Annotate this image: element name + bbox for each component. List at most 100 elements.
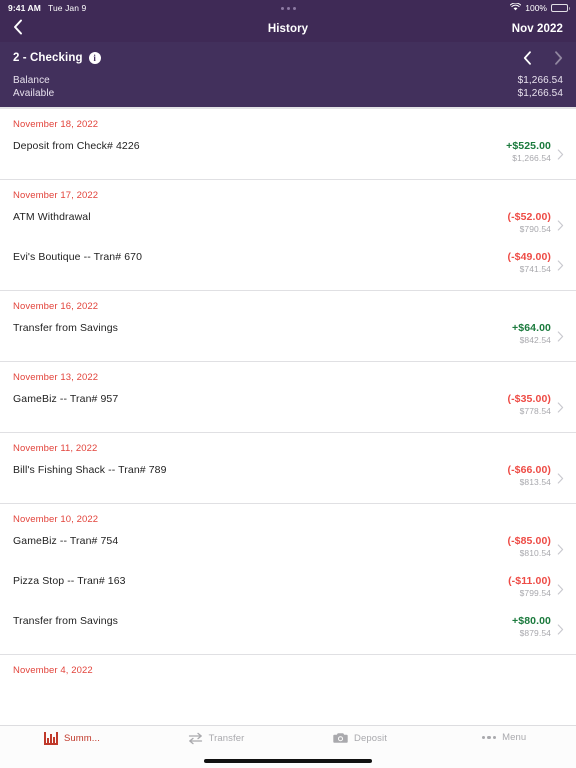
transaction-running-balance: $1,266.54 <box>512 153 551 164</box>
transaction-amounts: +$525.00 $1,266.54 <box>506 139 551 165</box>
tab-label: Menu <box>502 732 527 743</box>
transaction-amounts: (-$85.00) $810.54 <box>507 534 551 560</box>
transfer-arrows-icon-wrap <box>188 732 203 745</box>
more-dots-icon-wrap <box>481 735 497 740</box>
chevron-right-icon <box>557 614 567 635</box>
transaction-date-header: November 16, 2022 <box>13 301 99 312</box>
transaction-amount: (-$35.00) <box>507 393 551 405</box>
transaction-row[interactable]: Transfer from Savings +$64.00 $842.54 <box>0 321 576 361</box>
transaction-group: November 13, 2022 GameBiz -- Tran# 957 (-$… <box>0 362 576 433</box>
transaction-amount: (-$85.00) <box>507 535 551 547</box>
prev-account-button[interactable] <box>523 51 532 65</box>
transaction-running-balance: $813.54 <box>519 477 551 488</box>
status-time: 9:41 AM <box>8 3 41 13</box>
next-account-button[interactable] <box>554 51 563 65</box>
transfer-arrows-icon <box>188 732 203 745</box>
transaction-amount: (-$52.00) <box>507 211 551 223</box>
transaction-amounts: (-$52.00) $790.54 <box>507 210 551 236</box>
transaction-amounts: (-$35.00) $778.54 <box>507 392 551 418</box>
transaction-row[interactable]: GameBiz -- Tran# 957 (-$35.00) $778.54 <box>0 392 576 432</box>
transaction-right: (-$11.00) $799.54 <box>508 574 567 600</box>
chevron-right-icon <box>557 574 567 595</box>
status-bar-left: 9:41 AM Tue Jan 9 <box>8 3 86 13</box>
transaction-amount: +$80.00 <box>512 615 551 627</box>
camera-icon <box>333 732 348 744</box>
tab-deposit[interactable]: Deposit <box>288 732 432 744</box>
account-pager <box>523 51 563 65</box>
transaction-description: Bill's Fishing Shack -- Tran# 789 <box>13 464 167 476</box>
month-selector[interactable]: Nov 2022 <box>512 23 563 35</box>
transaction-row[interactable]: ATM Withdrawal (-$52.00) $790.54 <box>0 210 576 250</box>
chevron-right-icon <box>557 463 567 484</box>
transaction-list[interactable]: November 18, 2022 Deposit from Check# 422… <box>0 109 576 725</box>
app-screen: 9:41 AM Tue Jan 9 100% History Nov 2022 … <box>0 0 576 768</box>
transaction-right: (-$66.00) $813.54 <box>507 463 567 489</box>
back-button[interactable] <box>13 18 33 40</box>
chevron-right-icon <box>557 139 567 160</box>
balance-row: Balance $1,266.54 <box>13 74 563 87</box>
transaction-row[interactable]: Bill's Fishing Shack -- Tran# 789 (-$66.0… <box>0 463 576 503</box>
transaction-amount: (-$11.00) <box>508 575 551 587</box>
more-dots-icon <box>481 735 497 740</box>
status-bar: 9:41 AM Tue Jan 9 100% <box>0 0 576 16</box>
tab-label: Summ... <box>63 733 101 744</box>
transaction-group: November 16, 2022 Transfer from Savings +$… <box>0 291 576 362</box>
account-name: 2 - Checking <box>13 52 83 64</box>
transaction-group: November 10, 2022 GameBiz -- Tran# 754 (-$… <box>0 504 576 655</box>
available-row: Available $1,266.54 <box>13 87 563 100</box>
tab-menu[interactable]: Menu <box>432 732 576 743</box>
wifi-icon <box>510 2 522 13</box>
transaction-date-header: November 13, 2022 <box>13 372 99 383</box>
transaction-amount: (-$49.00) <box>507 251 551 263</box>
transaction-running-balance: $790.54 <box>519 224 551 235</box>
transaction-row[interactable]: Evi's Boutique -- Tran# 670 (-$49.00) $741… <box>0 250 576 290</box>
transaction-date-header: November 4, 2022 <box>13 665 93 676</box>
transaction-right: +$64.00 $842.54 <box>512 321 567 347</box>
chevron-left-icon <box>13 19 23 40</box>
tab-summ[interactable]: Summ... <box>0 732 144 745</box>
transaction-amounts: +$80.00 $879.54 <box>512 614 551 640</box>
transaction-date-header: November 10, 2022 <box>13 514 99 525</box>
transaction-row[interactable]: Transfer from Savings +$80.00 $879.54 <box>0 614 576 654</box>
transaction-running-balance: $879.54 <box>519 628 551 639</box>
transaction-amount: +$64.00 <box>512 322 551 334</box>
transaction-description: Transfer from Savings <box>13 615 118 627</box>
more-dots-icon <box>0 6 576 10</box>
transaction-row[interactable]: Deposit from Check# 4226 +$525.00 $1,266.5… <box>0 139 576 179</box>
transaction-description: GameBiz -- Tran# 754 <box>13 535 119 547</box>
transaction-running-balance: $810.54 <box>519 548 551 559</box>
transaction-description: ATM Withdrawal <box>13 211 91 223</box>
transaction-right: (-$35.00) $778.54 <box>507 392 567 418</box>
battery-percent: 100% <box>525 3 547 13</box>
transaction-description: Deposit from Check# 4226 <box>13 140 140 152</box>
chevron-right-icon <box>557 392 567 413</box>
balance-value: $1,266.54 <box>517 75 563 86</box>
nav-bar: History Nov 2022 <box>0 16 576 42</box>
transaction-amounts: (-$49.00) $741.54 <box>507 250 551 276</box>
transaction-row[interactable]: GameBiz -- Tran# 754 (-$85.00) $810.54 <box>0 534 576 574</box>
transaction-group: November 18, 2022 Deposit from Check# 422… <box>0 109 576 180</box>
account-header: 2 - Checking i Balance $1,266.54 Availab… <box>0 42 576 109</box>
transaction-right: (-$85.00) $810.54 <box>507 534 567 560</box>
bar-chart-icon-wrap <box>43 732 58 745</box>
available-label: Available <box>13 88 55 99</box>
transaction-date-header: November 17, 2022 <box>13 190 99 201</box>
tab-transfer[interactable]: Transfer <box>144 732 288 745</box>
tab-label: Deposit <box>354 732 387 744</box>
transaction-right: (-$49.00) $741.54 <box>507 250 567 276</box>
tab-label: Transfer <box>208 733 245 744</box>
info-icon[interactable]: i <box>88 52 101 64</box>
transaction-amounts: (-$11.00) $799.54 <box>508 574 551 600</box>
battery-icon <box>551 4 570 12</box>
transaction-group: November 4, 2022 <box>0 655 576 685</box>
status-date: Tue Jan 9 <box>47 3 87 13</box>
transaction-description: GameBiz -- Tran# 957 <box>13 393 119 405</box>
status-bar-right: 100% <box>510 2 570 13</box>
transaction-running-balance: $741.54 <box>519 264 551 275</box>
chevron-right-icon <box>557 534 567 555</box>
transaction-group: November 17, 2022 ATM Withdrawal (-$52.00)… <box>0 180 576 291</box>
tab-bar: Summ... Transfer Deposit Menu <box>0 725 576 768</box>
transaction-description: Evi's Boutique -- Tran# 670 <box>13 251 143 263</box>
transaction-row[interactable]: Pizza Stop -- Tran# 163 (-$11.00) $799.54 <box>0 574 576 614</box>
transaction-right: +$525.00 $1,266.54 <box>506 139 567 165</box>
